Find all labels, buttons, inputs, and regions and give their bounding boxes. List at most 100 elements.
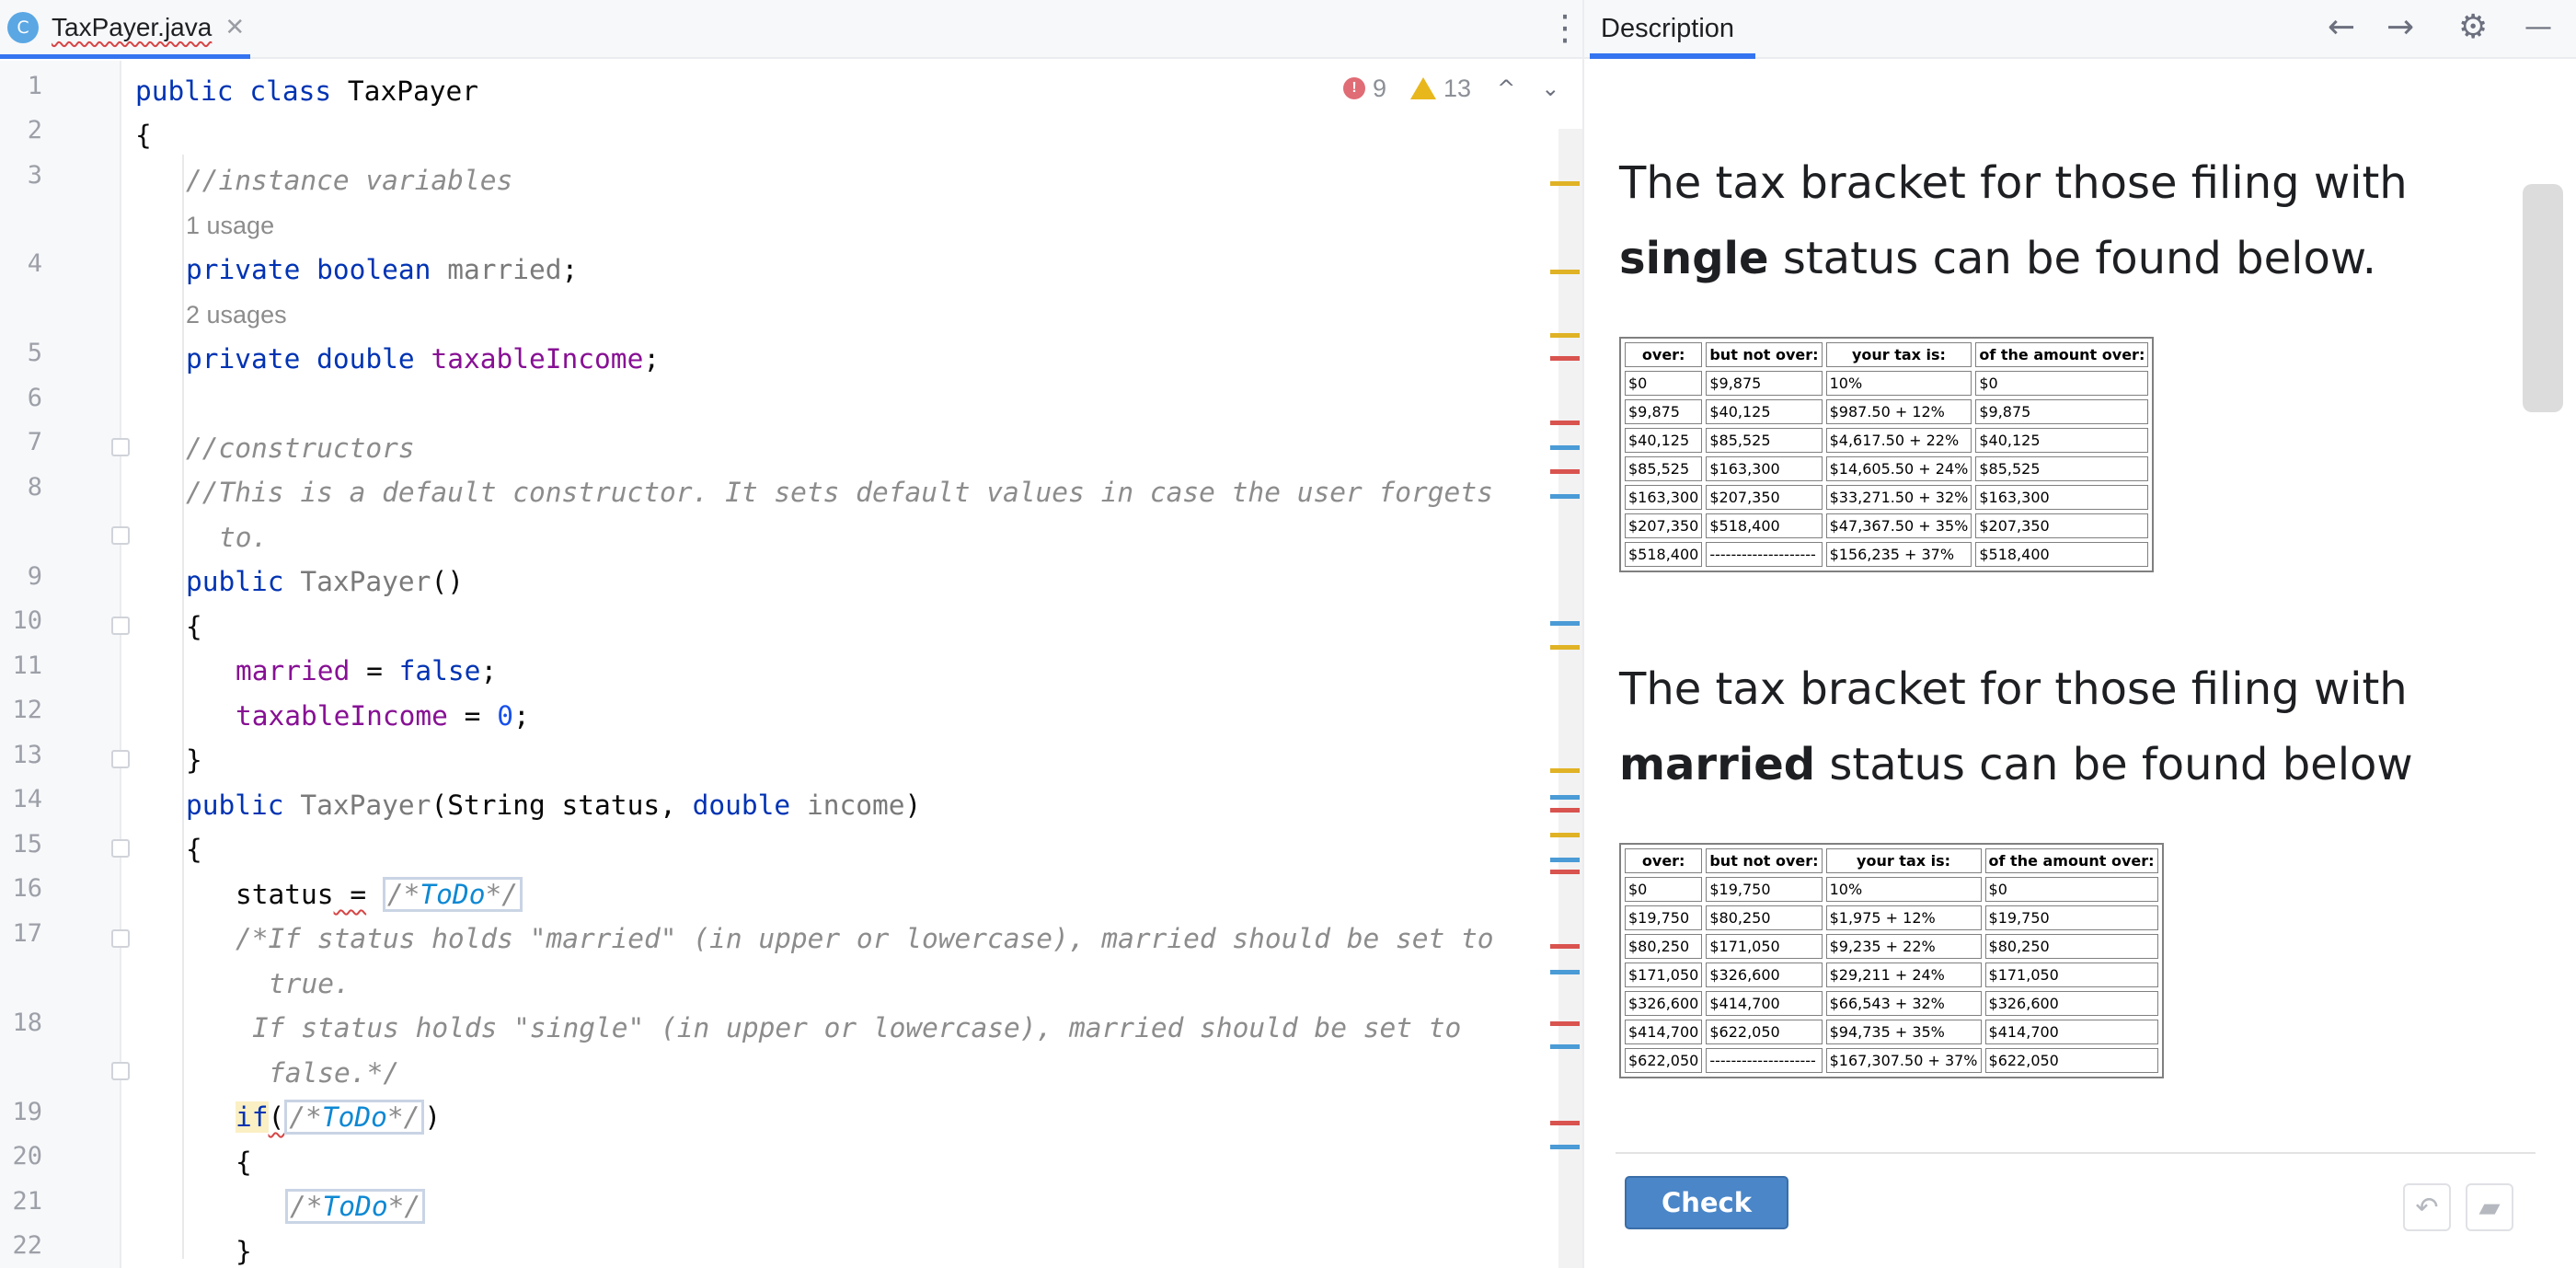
fold-marker-icon[interactable] <box>111 929 130 948</box>
usage-hint[interactable]: 1 usage <box>186 207 274 244</box>
code-line-11[interactable]: married = false; <box>236 652 497 689</box>
table-cell: $9,875 <box>1975 399 2149 424</box>
code-line-18[interactable]: If status holds "single" (in upper or lo… <box>252 1009 1461 1046</box>
error-marker[interactable] <box>1550 421 1580 425</box>
warning-marker[interactable] <box>1550 833 1580 837</box>
minimize-icon[interactable]: — <box>2524 9 2552 46</box>
code-editor[interactable]: C TaxPayer.java ✕ ⋮ 1 2 3 4 5 6 7 8 9 10… <box>0 0 1582 1268</box>
line-number: 22 <box>12 1231 42 1260</box>
fold-marker-icon[interactable] <box>111 1062 130 1080</box>
code-line-3[interactable]: //instance variables <box>186 162 512 199</box>
todo-placeholder[interactable]: /*ToDo*/ <box>284 1100 425 1135</box>
fold-marker-icon[interactable] <box>111 839 130 858</box>
code-line-1[interactable]: public class TaxPayer <box>135 73 478 110</box>
code-line-5[interactable]: private double taxableIncome; <box>186 340 660 377</box>
error-marker[interactable] <box>1550 870 1580 874</box>
info-marker[interactable] <box>1550 494 1580 499</box>
usage-hint[interactable]: 2 usages <box>186 296 287 333</box>
table-cell: $518,400 <box>1706 513 1823 538</box>
warning-marker[interactable] <box>1550 768 1580 773</box>
info-marker[interactable] <box>1550 1044 1580 1049</box>
error-marker[interactable] <box>1550 1121 1580 1125</box>
todo-placeholder[interactable]: /*ToDo*/ <box>285 1189 426 1224</box>
table-header-row: over: but not over: your tax is: of the … <box>1625 848 2158 873</box>
code-line-9[interactable]: public TaxPayer() <box>186 563 464 600</box>
line-number: 21 <box>12 1187 42 1216</box>
tab-description[interactable]: Description <box>1601 0 1734 57</box>
code-line-8-wrap[interactable]: to. <box>219 519 268 556</box>
table-cell: $1,975 + 12% <box>1825 905 1982 930</box>
close-tab-icon[interactable]: ✕ <box>224 14 245 41</box>
info-marker[interactable] <box>1550 445 1580 450</box>
indent-guide <box>182 644 184 736</box>
check-button[interactable]: Check <box>1625 1176 1788 1229</box>
info-marker[interactable] <box>1550 1145 1580 1149</box>
code-line-18-wrap[interactable]: false.*/ <box>269 1055 399 1091</box>
code-line-10[interactable]: { <box>186 608 202 645</box>
code-line-17[interactable]: /*If status holds "married" (in upper or… <box>236 920 1494 957</box>
footer-divider <box>1616 1152 2536 1154</box>
code-line-15[interactable]: { <box>186 831 202 868</box>
code-line-20[interactable]: { <box>236 1144 252 1181</box>
warning-marker[interactable] <box>1550 645 1580 650</box>
column-header: your tax is: <box>1825 342 1972 367</box>
code-line-21[interactable]: /*ToDo*/ <box>285 1188 426 1225</box>
error-marker[interactable] <box>1550 944 1580 949</box>
error-marker[interactable] <box>1550 356 1580 361</box>
error-icon: ! <box>1343 77 1365 99</box>
warning-marker[interactable] <box>1550 181 1580 186</box>
table-row: $19,750 $80,250 $1,975 + 12% $19,750 <box>1625 905 2158 930</box>
table-cell: $0 <box>1984 877 2158 902</box>
error-stripe[interactable] <box>1558 129 1582 1268</box>
info-marker[interactable] <box>1550 970 1580 974</box>
error-marker[interactable] <box>1550 808 1580 813</box>
error-marker[interactable] <box>1550 1021 1580 1026</box>
line-number: 1 <box>27 72 42 100</box>
comment-icon[interactable]: ▰ <box>2466 1183 2513 1231</box>
code-line-7[interactable]: //constructors <box>186 430 415 467</box>
info-marker[interactable] <box>1550 621 1580 626</box>
line-number: 17 <box>12 919 42 948</box>
column-header: over: <box>1625 848 1703 873</box>
column-header: of the amount over: <box>1975 342 2149 367</box>
warning-icon <box>1410 77 1437 99</box>
code-line-4[interactable]: private boolean married; <box>186 251 578 288</box>
warning-marker[interactable] <box>1550 270 1580 274</box>
code-line-2[interactable]: { <box>135 117 152 154</box>
more-options-icon[interactable]: ⋮ <box>1547 9 1582 46</box>
description-scrollbar[interactable] <box>2523 184 2563 412</box>
line-number: 18 <box>12 1009 42 1037</box>
column-header: your tax is: <box>1825 848 1982 873</box>
table-cell: $80,250 <box>1706 905 1823 930</box>
reset-icon[interactable]: ↶ <box>2403 1183 2451 1231</box>
inspection-widget[interactable]: ! 9 13 ^ ⌄ <box>1343 70 1559 107</box>
table-row: $40,125 $85,525 $4,617.50 + 22% $40,125 <box>1625 428 2149 453</box>
info-marker[interactable] <box>1550 858 1580 862</box>
line-number: 20 <box>12 1142 42 1170</box>
code-line-22[interactable]: } <box>236 1233 252 1268</box>
fold-marker-icon[interactable] <box>111 438 130 456</box>
error-marker[interactable] <box>1550 469 1580 474</box>
table-cell: $9,875 <box>1625 399 1703 424</box>
warning-count: 13 <box>1443 74 1472 102</box>
forward-arrow-icon[interactable]: → <box>2386 9 2414 46</box>
code-line-8[interactable]: //This is a default constructor. It sets… <box>186 474 1493 511</box>
code-line-17-wrap[interactable]: true. <box>269 965 351 1002</box>
code-line-16[interactable]: status = /*ToDo*/ <box>236 876 523 913</box>
fold-marker-icon[interactable] <box>111 617 130 635</box>
code-line-12[interactable]: taxableIncome = 0; <box>236 697 530 734</box>
code-line-13[interactable]: } <box>186 742 202 778</box>
info-marker[interactable] <box>1550 795 1580 800</box>
back-arrow-icon[interactable]: ← <box>2328 9 2355 46</box>
todo-placeholder[interactable]: /*ToDo*/ <box>382 877 523 912</box>
code-line-19[interactable]: if(/*ToDo*/) <box>236 1099 441 1135</box>
code-line-14[interactable]: public TaxPayer(String status, double in… <box>186 787 921 824</box>
next-highlight-icon[interactable]: ⌄ <box>1541 75 1559 101</box>
warning-marker[interactable] <box>1550 333 1580 338</box>
fold-marker-icon[interactable] <box>111 526 130 545</box>
gear-icon[interactable]: ⚙ <box>2458 9 2488 46</box>
previous-highlight-icon[interactable]: ^ <box>1497 75 1515 101</box>
tab-taxpayer-java[interactable]: C TaxPayer.java ✕ <box>0 0 250 59</box>
table-cell: $80,250 <box>1984 934 2158 959</box>
fold-marker-icon[interactable] <box>111 750 130 768</box>
